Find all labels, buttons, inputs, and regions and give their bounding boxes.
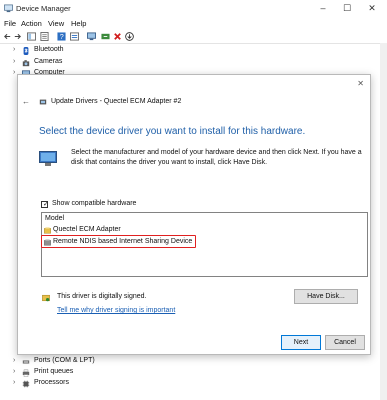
properties-icon[interactable] <box>40 32 49 41</box>
device-view-icon[interactable] <box>70 32 79 41</box>
have-disk-button[interactable]: Have Disk... <box>294 289 358 304</box>
model-label: Quectel ECM Adapter <box>53 226 121 233</box>
tree-label: Ports (COM & LPT) <box>34 357 95 364</box>
tree-item-print-queues[interactable]: › Print queues <box>0 368 380 378</box>
expand-arrow-icon[interactable]: › <box>13 69 15 76</box>
vertical-scrollbar[interactable] <box>380 43 387 400</box>
tree-item-processors[interactable]: › Processors <box>0 379 380 389</box>
expand-arrow-icon[interactable]: › <box>13 368 15 375</box>
instructions-text: Select the manufacturer and model of you… <box>71 149 362 166</box>
expand-arrow-icon[interactable]: › <box>13 357 15 364</box>
signed-status-text: This driver is digitally signed. <box>57 293 147 300</box>
expand-arrow-icon[interactable]: › <box>13 58 15 65</box>
menu-bar: File Action View Help <box>0 18 387 30</box>
close-button[interactable]: ✕ <box>362 2 382 14</box>
driver-package-icon <box>44 227 51 234</box>
bluetooth-icon <box>23 47 29 55</box>
checkmark-icon: ✓ <box>43 201 49 208</box>
signed-driver-icon <box>42 294 50 302</box>
update-driver-icon[interactable] <box>101 32 110 41</box>
back-arrow-icon[interactable] <box>3 32 12 41</box>
menu-help[interactable]: Help <box>71 19 86 28</box>
expand-arrow-icon[interactable]: › <box>13 46 15 53</box>
model-column-header: Model <box>45 215 65 222</box>
uninstall-x-icon[interactable] <box>113 32 122 41</box>
forward-arrow-icon[interactable] <box>13 32 22 41</box>
menu-view[interactable]: View <box>48 19 64 28</box>
cancel-button[interactable]: Cancel <box>325 335 365 350</box>
tree-label: Print queues <box>34 368 74 375</box>
tree-item-bluetooth[interactable]: › Bluetooth <box>0 46 380 56</box>
device-adapter-icon <box>39 99 47 105</box>
title-bar: Device Manager – ☐ ✕ <box>0 0 387 18</box>
camera-icon <box>22 60 30 67</box>
device-manager-icon <box>4 4 13 13</box>
printer-icon <box>22 369 30 377</box>
dialog-close-button[interactable]: ✕ <box>357 79 364 88</box>
menu-action[interactable]: Action <box>21 19 42 28</box>
minimize-button[interactable]: – <box>313 2 333 14</box>
processor-icon <box>22 380 30 388</box>
maximize-button[interactable]: ☐ <box>337 2 357 14</box>
tree-item-cameras[interactable]: › Cameras <box>0 58 380 68</box>
selection-highlight-box <box>41 235 196 248</box>
update-drivers-dialog: ✕ ← Update Drivers - Quectel ECM Adapter… <box>17 74 371 355</box>
toolbar: ? <box>0 30 387 43</box>
tree-item-ports[interactable]: › Ports (COM & LPT) <box>0 357 380 367</box>
show-compatible-label: Show compatible hardware <box>52 200 137 207</box>
svg-text:?: ? <box>60 32 64 41</box>
monitor-icon[interactable] <box>87 32 96 41</box>
tree-label: Processors <box>34 379 70 386</box>
show-compatible-checkbox[interactable]: ✓ <box>41 201 49 208</box>
help-icon[interactable]: ? <box>57 32 66 41</box>
menu-file[interactable]: File <box>4 19 16 28</box>
next-button[interactable]: Next <box>281 335 321 350</box>
expand-arrow-icon[interactable]: › <box>13 379 15 386</box>
page-heading: Select the device driver you want to ins… <box>39 126 306 137</box>
show-hide-tree-icon[interactable] <box>27 32 36 41</box>
back-arrow-button[interactable]: ← <box>22 97 30 106</box>
tree-label: Cameras <box>34 58 63 65</box>
tree-label: Bluetooth <box>34 46 64 53</box>
window-title: Device Manager <box>16 4 71 13</box>
driver-signing-link[interactable]: Tell me why driver signing is important <box>57 307 175 314</box>
dialog-title: Update Drivers - Quectel ECM Adapter #2 <box>51 98 182 105</box>
scan-download-icon[interactable] <box>125 32 134 41</box>
port-icon <box>22 360 30 364</box>
hardware-monitor-icon <box>39 151 57 166</box>
